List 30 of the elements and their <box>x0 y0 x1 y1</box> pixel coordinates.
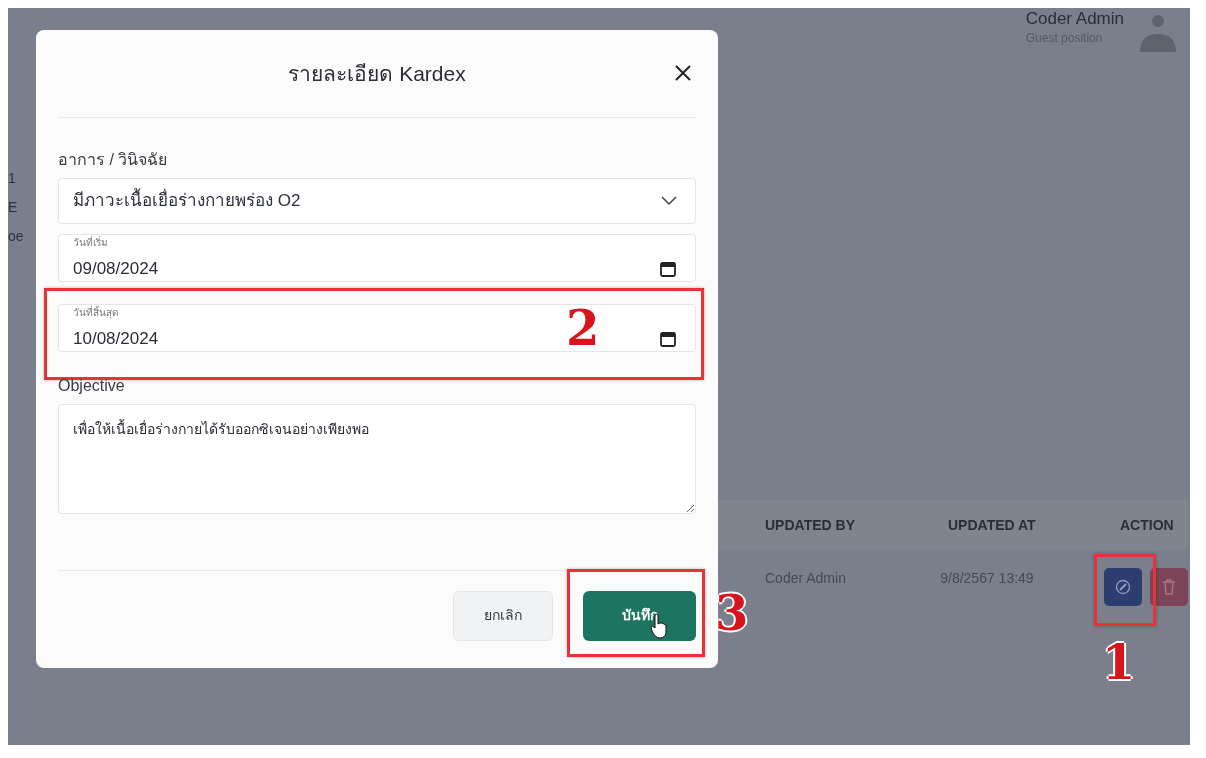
partial-text: oe <box>8 227 25 246</box>
partial-text: E <box>8 198 19 217</box>
pencil-icon <box>1115 579 1131 595</box>
annotation-frame <box>1094 554 1156 626</box>
delete-button[interactable] <box>1150 568 1188 606</box>
cancel-button[interactable]: ยกเลิก <box>453 590 553 641</box>
text-area[interactable]: เพื่อให้เนื้อเยื่อร่างกายได้รับออกซิเจนอย่างเพียงพอ <box>58 404 696 514</box>
field-label: วันที่สิ้นสุด <box>73 305 118 320</box>
dialog-title: รายละเอียด Kardex <box>288 60 466 87</box>
column-header: ACTION <box>1119 515 1175 535</box>
field-label: อาการ / วินิจฉัย <box>58 150 168 170</box>
trash-icon <box>1162 579 1176 595</box>
chevron-down-icon <box>661 196 677 206</box>
date-input[interactable]: 10/08/2024 <box>73 326 373 352</box>
user-name: Coder Admin <box>1025 10 1124 29</box>
edit-button[interactable] <box>1104 568 1142 606</box>
close-icon <box>674 63 692 82</box>
date-input[interactable]: 09/08/2024 <box>73 256 373 282</box>
step-number: 1 <box>1102 638 1136 686</box>
step-number: 3 <box>715 588 749 637</box>
calendar-icon <box>659 260 677 278</box>
step-number: 2 <box>566 304 600 352</box>
column-header: UPDATED BY <box>765 515 856 535</box>
calendar-icon <box>659 330 677 348</box>
select-field[interactable]: มีภาวะเนื้อเยื่อร่างกายพร่อง O2 <box>58 178 696 224</box>
column-header: UPDATED AT <box>947 515 1037 535</box>
field-label: Objective <box>58 376 125 396</box>
date-field[interactable]: วันที่เริ่ม 09/08/2024 <box>58 234 696 282</box>
partial-text: 1 <box>8 169 17 188</box>
field-label: วันที่เริ่ม <box>73 235 108 250</box>
